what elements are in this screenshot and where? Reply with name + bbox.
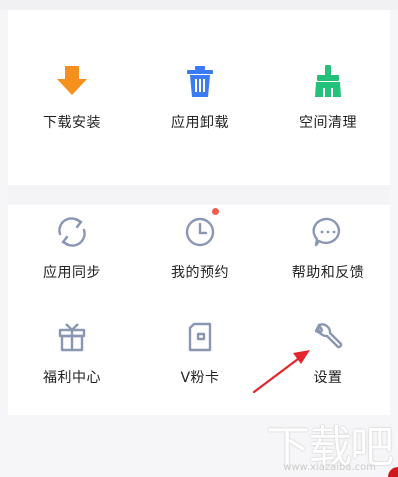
watermark-url: www.xiazaiba.com	[283, 462, 376, 473]
annotation-arrow	[252, 350, 310, 394]
